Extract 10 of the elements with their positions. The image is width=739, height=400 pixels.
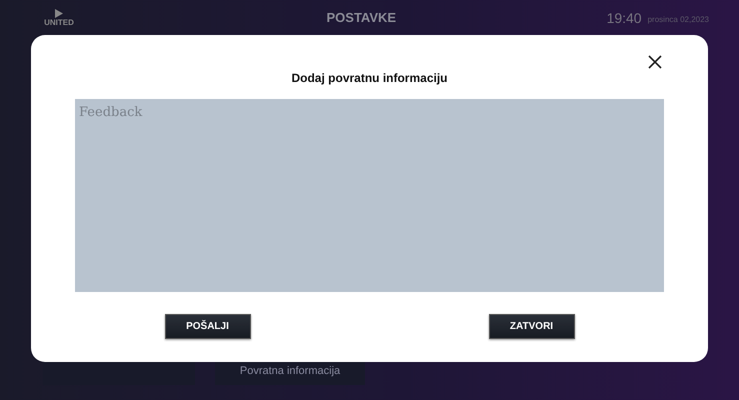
clock-time: 19:40 <box>606 10 642 26</box>
feedback-field[interactable]: Feedback <box>75 99 664 292</box>
date-text: prosinca 02,2023 <box>648 15 709 24</box>
dialog-button[interactable]: ZATVORI <box>488 314 574 339</box>
dialog-title: Dodaj povratnu informaciju <box>291 71 448 85</box>
page-title: POSTAVKE <box>325 10 398 25</box>
logo-text: UNITED <box>44 18 74 26</box>
dialog-button[interactable]: POŠALJI <box>164 314 250 339</box>
close-icon[interactable] <box>647 54 663 70</box>
tile-label: Povratna informacija <box>238 364 342 377</box>
